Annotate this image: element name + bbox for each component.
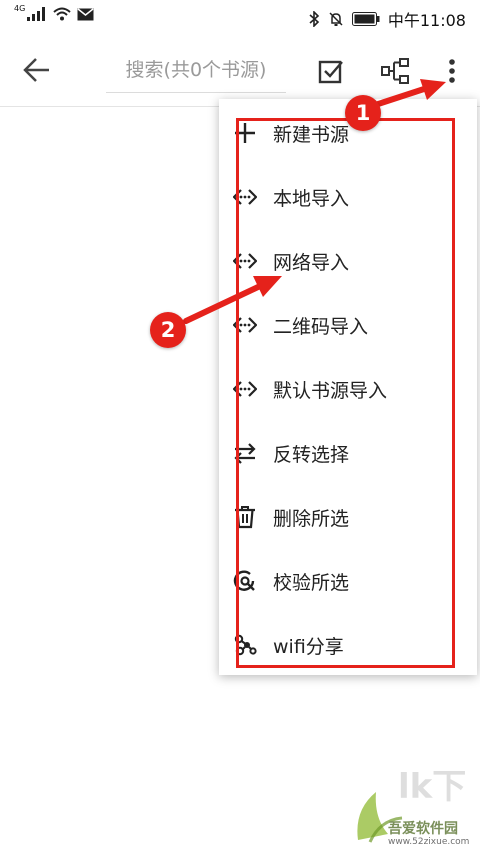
watermark-title: 吾爱软件园	[388, 821, 458, 837]
search-input[interactable]	[106, 48, 286, 93]
mail-icon	[77, 7, 94, 20]
select-all-icon[interactable]	[316, 56, 346, 86]
wifi-icon	[53, 7, 71, 21]
toolbar	[0, 34, 480, 107]
step-badge-2: 2	[150, 312, 186, 348]
annotation-highlight-box	[236, 118, 455, 668]
network-type-label: 4G	[14, 3, 26, 13]
signal-icon	[27, 7, 46, 21]
svg-text:lk下: lk下	[398, 767, 466, 807]
clock: 中午11:08	[387, 11, 466, 30]
watermark-url: www.52zixue.com	[388, 837, 470, 847]
back-arrow-icon[interactable]	[20, 54, 54, 86]
group-tree-icon[interactable]	[380, 56, 410, 86]
status-bar: 4G 中午11:08	[0, 0, 480, 34]
bluetooth-icon	[309, 11, 320, 27]
mute-icon	[329, 12, 343, 26]
step-badge-1: 1	[345, 95, 381, 131]
battery-icon	[351, 12, 380, 26]
more-vert-icon[interactable]	[437, 56, 467, 86]
